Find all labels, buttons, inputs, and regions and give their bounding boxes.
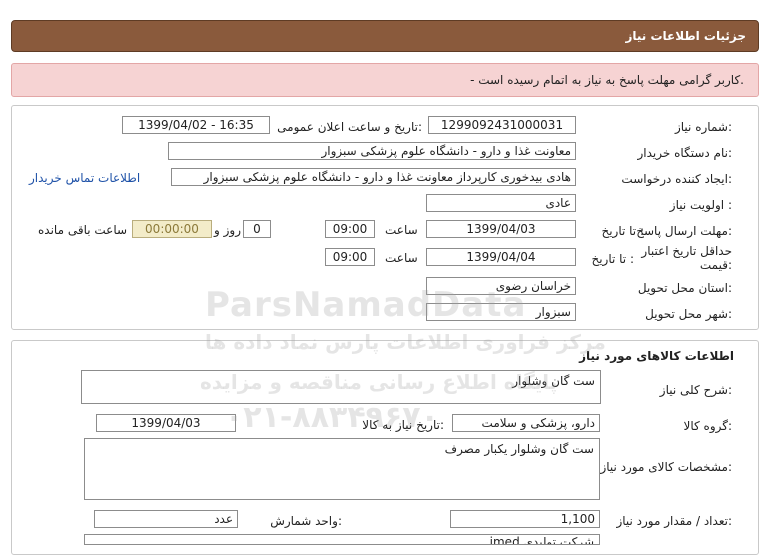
remaining-label: ساعت باقی مانده [38, 223, 128, 237]
unit-field: عدد [94, 510, 238, 528]
announce-field: 1399/04/02 - 16:35 [122, 116, 270, 134]
need-number-label: شماره نیاز: [674, 120, 732, 134]
bottom-field: شرکت تولیدی imed [84, 534, 600, 545]
alert-text: - کاربر گرامی مهلت پاسخ به نیاز به اتمام… [470, 73, 744, 87]
deadline-alert: - کاربر گرامی مهلت پاسخ به نیاز به اتمام… [11, 63, 759, 97]
province-label: استان محل تحویل: [637, 281, 732, 295]
summary-field: ست گان وشلوار [81, 370, 601, 404]
priority-field: عادی [426, 194, 576, 212]
remaining-time-field: 00:00:00 [132, 220, 212, 238]
buyer-contact-link[interactable]: اطلاعات تماس خریدار [29, 171, 140, 185]
deadline-time-label: ساعت [385, 223, 418, 237]
group-label: گروه کالا: [683, 419, 733, 433]
creator-field: هادی بیدخوری کارپرداز معاونت غذا و دارو … [171, 168, 576, 186]
page-header: جزئیات اطلاعات نیاز [11, 20, 759, 52]
deadline-time-field: 09:00 [325, 220, 375, 238]
deadline-label: مهلت ارسال پاسخ: [636, 224, 732, 238]
need-date-field: 1399/04/03 [96, 414, 236, 432]
qty-field: 1,100 [450, 510, 600, 528]
spec-label: مشخصات کالای مورد نیاز: [600, 460, 732, 474]
deadline-date-field: 1399/04/03 [426, 220, 576, 238]
goods-section-title: اطلاعات کالاهای مورد نیاز [579, 349, 734, 363]
buyer-field: معاونت غذا و دارو - دانشگاه علوم پزشکی س… [168, 142, 576, 160]
page-title: جزئیات اطلاعات نیاز [625, 29, 746, 43]
group-field: دارو، پزشکی و سلامت [452, 414, 600, 432]
deadline-to-date-label: تا تاریخ : [601, 224, 644, 238]
qty-label: تعداد / مقدار مورد نیاز: [616, 514, 732, 528]
days-label: روز و [214, 223, 241, 237]
validity-label-1: حداقل تاریخ اعتبار [641, 244, 732, 258]
spec-field: ست گان وشلوار یکبار مصرف [84, 438, 600, 500]
validity-to-date-label: تا تاریخ : [591, 252, 634, 266]
days-field: 0 [243, 220, 271, 238]
priority-label: اولویت نیاز : [669, 198, 732, 212]
need-date-label: تاریخ نیاز به کالا: [362, 418, 444, 432]
validity-time-label: ساعت [385, 251, 418, 265]
city-field: سبزوار [426, 303, 576, 321]
need-number-field: 1299092431000031 [428, 116, 576, 134]
summary-label: شرح کلی نیاز: [659, 383, 732, 397]
buyer-label: نام دستگاه خریدار: [637, 146, 733, 160]
validity-date-field: 1399/04/04 [426, 248, 576, 266]
need-info-panel [11, 105, 759, 330]
validity-label-2: قیمت: [699, 258, 732, 272]
province-field: خراسان رضوی [426, 277, 576, 295]
validity-time-field: 09:00 [325, 248, 375, 266]
announce-label: تاریخ و ساعت اعلان عمومی: [277, 120, 422, 134]
city-label: شهر محل تحویل: [645, 307, 732, 321]
unit-label: واحد شمارش: [270, 514, 342, 528]
creator-label: ایجاد کننده درخواست: [621, 172, 732, 186]
